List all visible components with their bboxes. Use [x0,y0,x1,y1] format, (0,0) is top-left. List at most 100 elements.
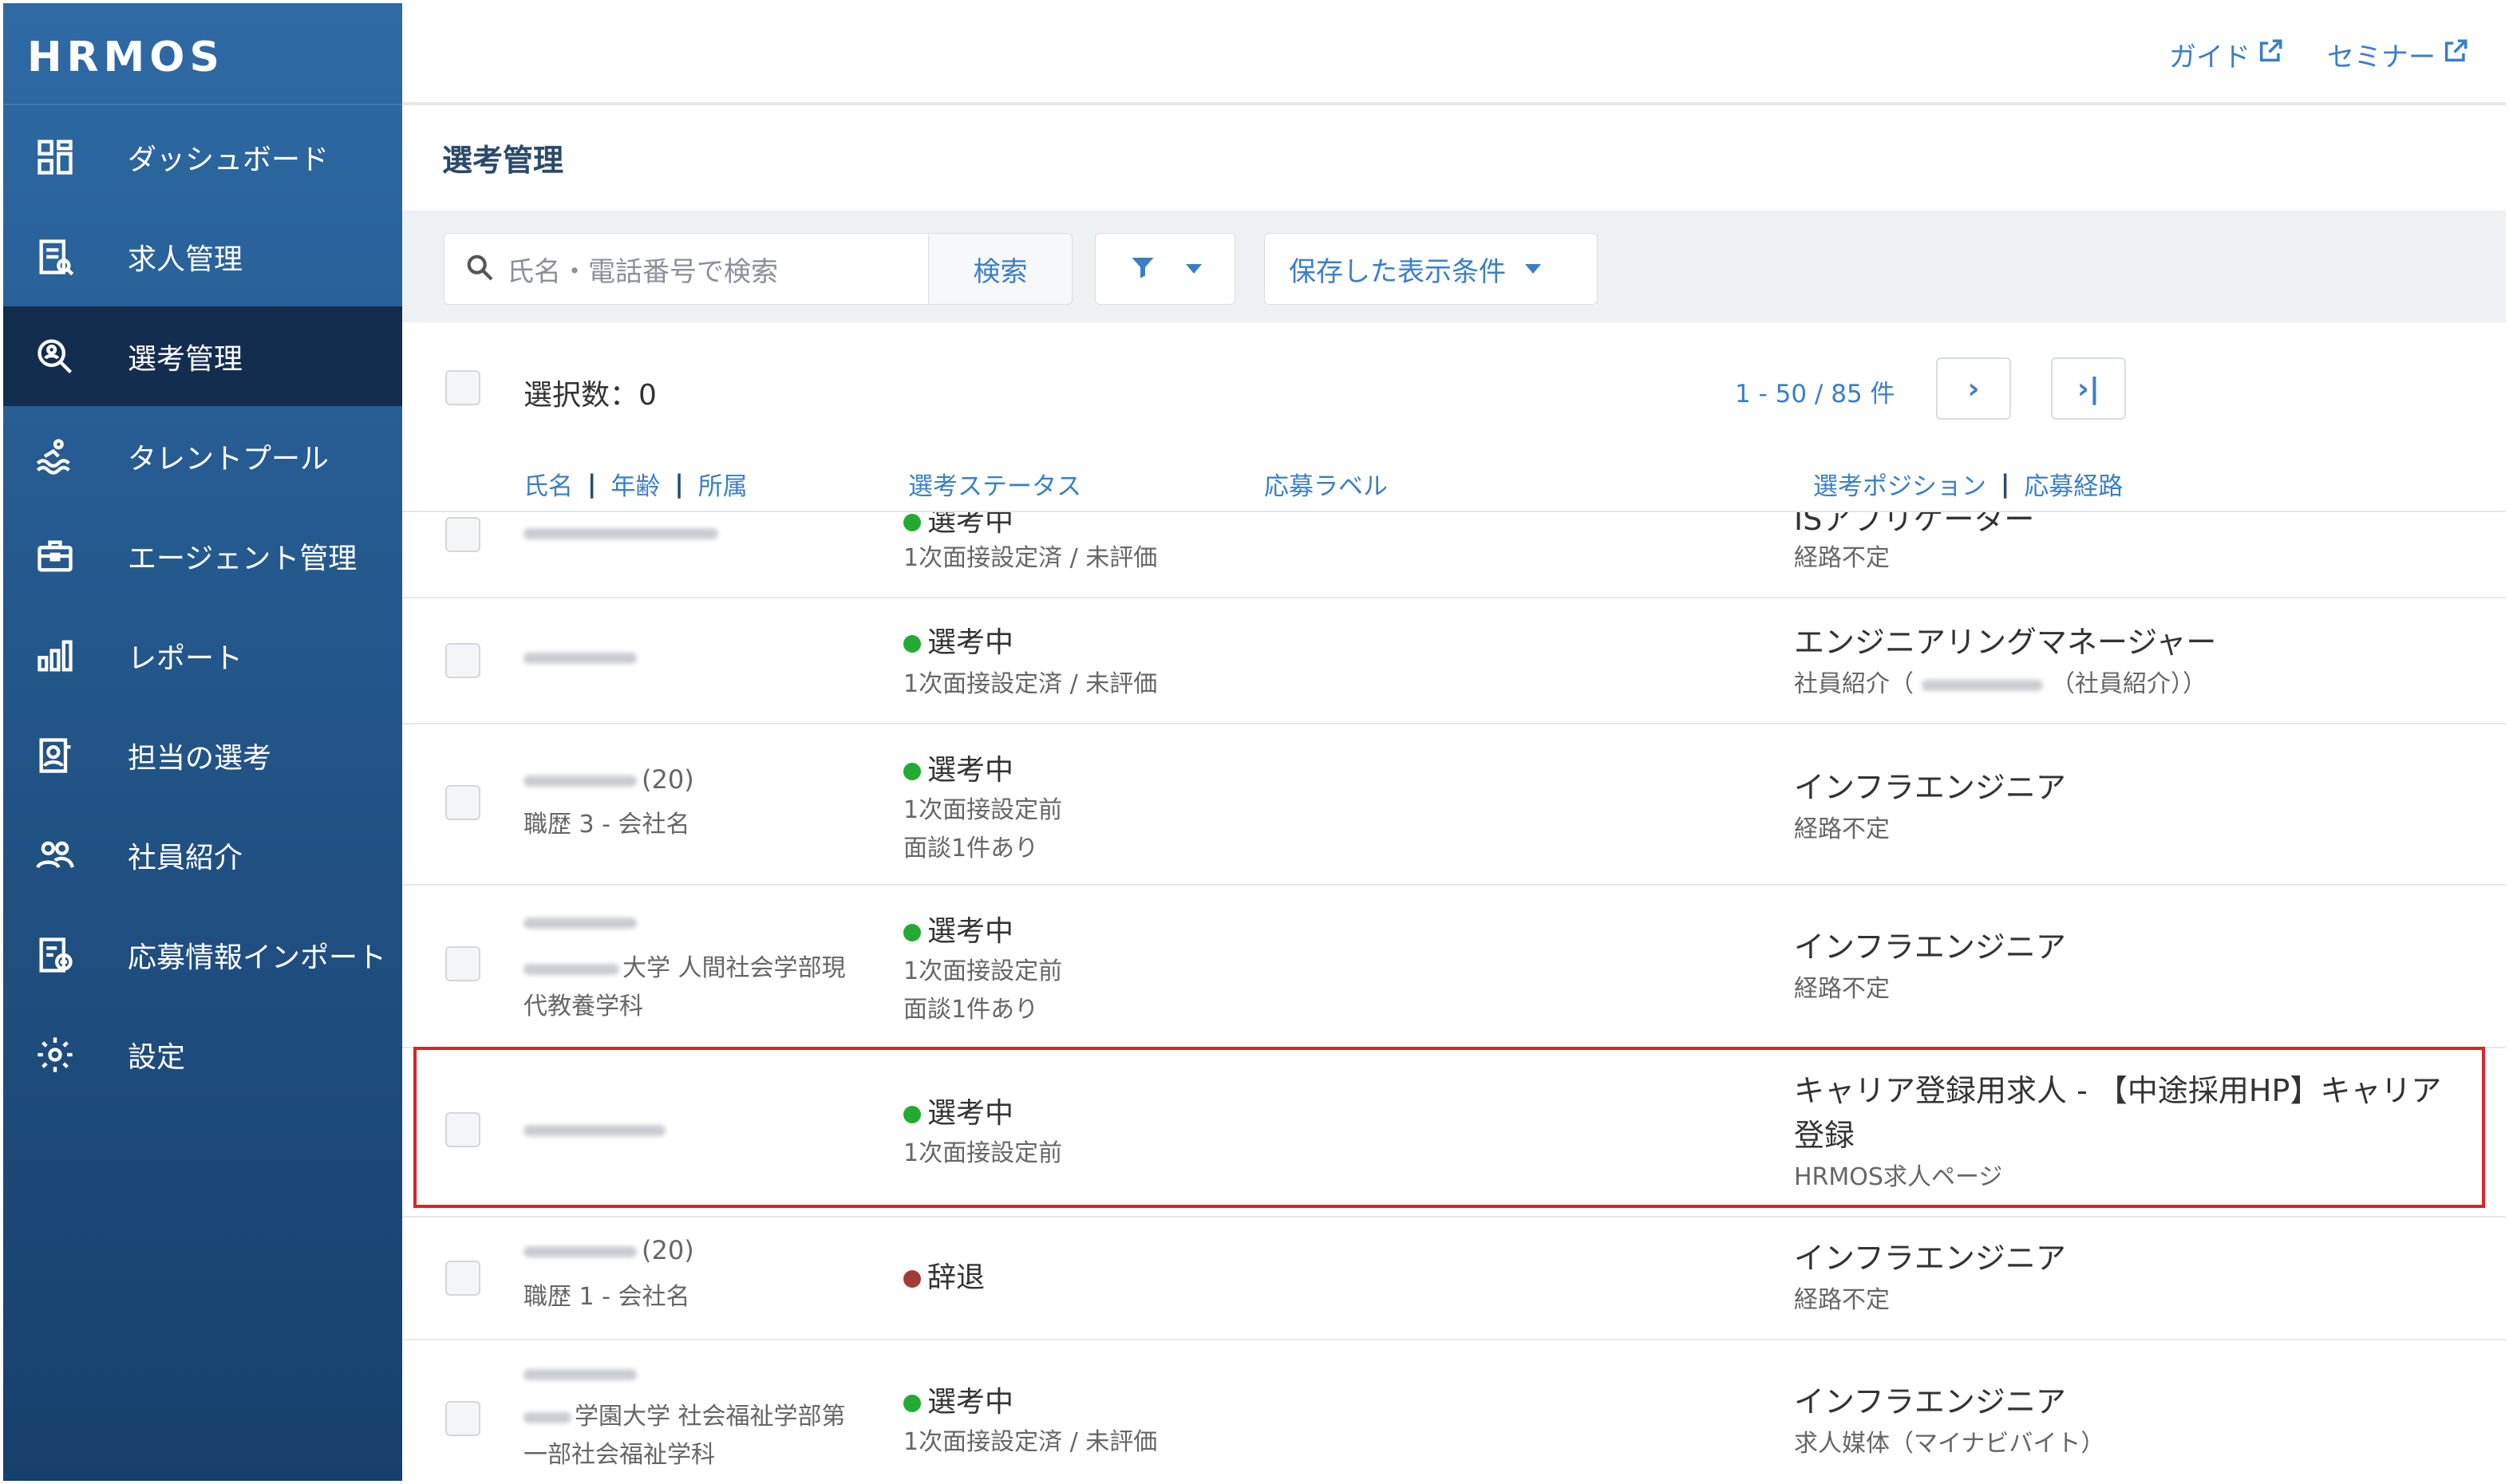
chevron-down-icon [1186,264,1202,274]
status-dot [903,635,921,653]
selection-count: 選択数：0 [524,379,657,412]
search-input[interactable]: 氏名・電話番号で検索 [444,233,929,305]
route-text: 求人媒体（マイナビバイト） [1794,1430,2105,1458]
status-text: 選考中 [903,908,1013,949]
route-text: 経路不定 [1794,1286,1890,1314]
row-checkbox[interactable] [445,517,480,552]
top-bar: ガイド セミナー [402,3,2506,105]
status-text: 選考中 [903,512,1013,539]
position-text[interactable]: インフラエンジニア [1794,1233,2066,1277]
redacted-name [524,528,718,539]
status-detail: 1次面接設定前 [903,957,1063,985]
column-header-route[interactable]: 応募経路 [2024,466,2123,502]
pagination-range: 1 - 50 / 85 件 [1735,380,1895,408]
select-all-checkbox[interactable] [445,370,480,405]
sidebar-item-label: エージェント管理 [128,542,358,575]
last-page-button[interactable]: ›| [2051,357,2126,420]
position-text[interactable]: ISアプリケーター [1794,512,2034,539]
sidebar-item-settings[interactable]: 設定 [3,1004,402,1104]
sidebar-item-label: 担当の選考 [128,741,272,775]
status-detail: 1次面接設定済 / 未評価 [903,1428,1158,1456]
row-checkbox[interactable] [445,1401,480,1436]
filter-icon [1128,253,1157,285]
filter-dropdown-button[interactable] [1095,233,1235,305]
sidebar-item-talent-pool[interactable]: タレントプール [3,406,402,506]
page-title: 選考管理 [442,143,564,178]
external-link-icon [2442,37,2469,72]
position-text[interactable]: インフラエンジニア [1794,1377,2066,1421]
column-header-label[interactable]: 応募ラベル [1264,466,1388,502]
sidebar-item-label: 選考管理 [128,342,243,376]
position-text[interactable]: エンジニアリングマネージャー [1794,618,2216,661]
status-dot [903,763,921,780]
briefcase-icon [30,531,80,581]
table-row[interactable]: (20) 職歴 1 - 会社名 辞退 インフラエンジニア 経路不定 [402,1218,2506,1340]
route-text: 社員紹介（ （社員紹介）） [1794,670,2207,698]
name-age: (20) [524,764,694,795]
logo-divider [3,104,402,105]
column-header-status[interactable]: 選考ステータス [908,466,1081,502]
app-logo[interactable]: HRMOS [27,34,224,81]
search-button[interactable]: 検索 [929,233,1073,305]
affiliation-text-line2: 代教養学科 [524,993,643,1020]
column-header-position[interactable]: 選考ポジション [1813,466,1986,502]
guide-link[interactable]: ガイド [2169,35,2284,74]
interview-note: 面談1件あり [903,996,1039,1024]
redacted-name [524,1369,637,1380]
sidebar-item-label: ダッシュボード [128,143,330,176]
affiliation-text: 学園大学 社会福祉学部第 [524,1396,846,1431]
row-checkbox[interactable] [445,643,480,678]
status-detail: 1次面接設定済 / 未評価 [903,544,1158,572]
filter-toolbar: 氏名・電話番号で検索 検索 保存した表示条件 [402,211,2506,322]
search-placeholder: 氏名・電話番号で検索 [507,255,778,288]
status-dot [903,924,921,941]
saved-conditions-dropdown[interactable]: 保存した表示条件 [1264,233,1598,305]
row-checkbox[interactable] [445,946,480,981]
sidebar: HRMOS ダッシュボード 求人管理 選考管理 タレントプール エージェント管理 [3,3,402,1481]
route-text: 経路不定 [1794,544,1890,572]
interview-note: 面談1件あり [903,835,1039,862]
status-text: 選考中 [903,747,1013,788]
status-text: 選考中 [903,1379,1013,1420]
affiliation-text: 職歴 1 - 会社名 [524,1283,690,1311]
seminar-link[interactable]: セミナー [2327,35,2469,74]
next-page-button[interactable]: › [1936,357,2011,420]
sidebar-item-import[interactable]: 応募情報インポート [3,905,402,1004]
table-row[interactable]: 大学 人間社会学部現 代教養学科 選考中 1次面接設定前 面談1件あり インフラ… [402,886,2506,1048]
table-row[interactable]: 選考中 1次面接設定済 / 未評価 ISアプリケーター 経路不定 [402,512,2506,598]
table-row[interactable]: 学園大学 社会福祉学部第 一部社会福祉学科 選考中 1次面接設定済 / 未評価 … [402,1340,2506,1484]
column-header-affiliation[interactable]: 所属 [698,466,748,502]
position-text[interactable]: インフラエンジニア [1794,922,2066,966]
sidebar-item-assigned[interactable]: 担当の選考 [3,705,402,805]
affiliation-text-line2: 一部社会福祉学科 [524,1441,715,1469]
route-text: 経路不定 [1794,815,1890,843]
name-age: (20) [524,1235,694,1265]
redacted-name [524,918,637,929]
column-header-name-group: 氏名 | 年齢 | 所属 [524,466,748,502]
table-row[interactable]: (20) 職歴 3 - 会社名 選考中 1次面接設定前 面談1件あり インフラエ… [402,724,2506,886]
search-icon [445,251,507,286]
table-row[interactable]: 選考中 1次面接設定済 / 未評価 エンジニアリングマネージャー 社員紹介（ （社… [402,598,2506,724]
column-header-age[interactable]: 年齢 [610,466,660,502]
sidebar-item-selection[interactable]: 選考管理 [3,306,402,406]
affiliation-text: 職歴 3 - 会社名 [524,811,690,839]
sidebar-item-report[interactable]: レポート [3,606,402,705]
external-link-icon [2257,37,2284,72]
sidebar-item-dashboard[interactable]: ダッシュボード [3,107,402,207]
sidebar-item-label: 社員紹介 [128,841,243,874]
row-checkbox[interactable] [445,1261,480,1296]
column-header-name[interactable]: 氏名 [524,466,573,502]
sidebar-item-jobs[interactable]: 求人管理 [3,207,402,306]
column-header-position-group: 選考ポジション | 応募経路 [1813,466,2123,502]
position-text[interactable]: インフラエンジニア [1794,763,2066,807]
highlight-box [413,1047,2485,1208]
row-checkbox[interactable] [445,785,480,820]
sidebar-item-referral[interactable]: 社員紹介 [3,805,402,905]
status-detail: 1次面接設定前 [903,796,1063,824]
route-text: 経路不定 [1794,975,1890,1003]
bar-chart-icon [30,631,80,681]
sidebar-item-agent[interactable]: エージェント管理 [3,506,402,606]
status-dot [903,1270,921,1288]
people-icon [30,831,80,880]
dashboard-icon [30,132,80,182]
